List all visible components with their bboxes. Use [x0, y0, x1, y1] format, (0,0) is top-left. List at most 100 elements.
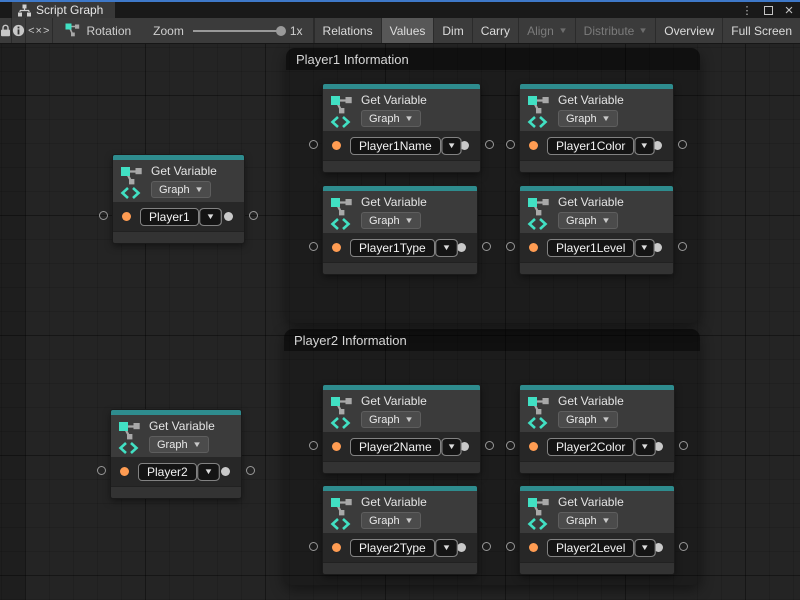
graph-kind-dropdown[interactable]: Graph ▼ [558, 212, 618, 229]
maximize-icon[interactable] [761, 3, 775, 17]
node-header[interactable]: Get Variable Graph ▼ [520, 390, 674, 432]
graph-canvas[interactable]: Player1 Information Player2 Information … [0, 44, 800, 600]
variable-name-dropdown[interactable]: Player1Color [547, 137, 634, 155]
graph-kind-dropdown[interactable]: Graph ▼ [558, 110, 618, 127]
input-connection-port[interactable] [99, 211, 108, 220]
node-header[interactable]: Get Variable Graph ▼ [323, 491, 477, 533]
toolbar-button-dim[interactable]: Dim [433, 18, 471, 43]
variable-dropdown-arrow[interactable]: ▼ [435, 239, 458, 257]
variable-dropdown-arrow[interactable]: ▼ [635, 239, 655, 257]
node-header[interactable]: Get Variable Graph ▼ [323, 390, 480, 432]
value-input-port[interactable] [332, 141, 341, 150]
value-input-port[interactable] [529, 141, 538, 150]
get-variable-node-player1[interactable]: Get Variable Graph ▼ Player1 ▼ [95, 155, 262, 243]
node-body[interactable]: Get Variable Graph ▼ Player1Type ▼ [323, 186, 477, 274]
get-variable-node-player2level[interactable]: Get Variable Graph ▼ Player2Level ▼ [502, 486, 692, 574]
code-view-button[interactable]: <×> [26, 18, 53, 43]
get-variable-node-player1level[interactable]: Get Variable Graph ▼ Player1Level ▼ [502, 186, 691, 274]
variable-name-dropdown[interactable]: Player1Name [350, 137, 441, 155]
get-variable-node-player2[interactable]: Get Variable Graph ▼ Player2 ▼ [93, 410, 259, 498]
output-connection-port[interactable] [485, 140, 494, 149]
toolbar-button-align[interactable]: Align ▼ [518, 18, 575, 43]
variable-dropdown-arrow[interactable]: ▼ [441, 137, 462, 155]
output-connection-port[interactable] [679, 441, 688, 450]
output-connection-port[interactable] [678, 242, 687, 251]
variable-name-dropdown[interactable]: Player1Type [350, 239, 435, 257]
variable-name-dropdown[interactable]: Player1Level [547, 239, 634, 257]
info-button[interactable] [12, 18, 26, 43]
value-output-port[interactable] [653, 141, 662, 150]
input-connection-port[interactable] [506, 441, 515, 450]
value-output-port[interactable] [221, 467, 230, 476]
group-header[interactable]: Player2 Information [284, 329, 700, 351]
get-variable-node-player1type[interactable]: Get Variable Graph ▼ Player1Type ▼ [305, 186, 495, 274]
node-body[interactable]: Get Variable Graph ▼ Player2Color ▼ [520, 385, 674, 473]
value-input-port[interactable] [529, 442, 538, 451]
toolbar-button-relations[interactable]: Relations [314, 18, 381, 43]
graph-kind-dropdown[interactable]: Graph ▼ [558, 411, 618, 428]
variable-dropdown-arrow[interactable]: ▼ [635, 539, 656, 557]
input-connection-port[interactable] [309, 242, 318, 251]
zoom-slider-thumb[interactable] [276, 26, 286, 36]
output-connection-port[interactable] [485, 441, 494, 450]
toolbar-button-distribute[interactable]: Distribute ▼ [575, 18, 656, 43]
variable-name-dropdown[interactable]: Player2Name [350, 438, 441, 456]
node-header[interactable]: Get Variable Graph ▼ [323, 89, 480, 131]
graph-kind-dropdown[interactable]: Graph ▼ [361, 411, 421, 428]
node-body[interactable]: Get Variable Graph ▼ Player2Name ▼ [323, 385, 480, 473]
variable-dropdown-arrow[interactable]: ▼ [197, 463, 220, 481]
value-input-port[interactable] [529, 243, 538, 252]
get-variable-node-player2type[interactable]: Get Variable Graph ▼ Player2Type ▼ [305, 486, 495, 574]
graph-kind-dropdown[interactable]: Graph ▼ [361, 212, 421, 229]
toolbar-button-full-screen[interactable]: Full Screen [722, 18, 800, 43]
node-body[interactable]: Get Variable Graph ▼ Player1Color ▼ [520, 84, 673, 172]
group-header[interactable]: Player1 Information [286, 48, 700, 70]
toolbar-button-overview[interactable]: Overview [655, 18, 722, 43]
toolbar-button-carry[interactable]: Carry [472, 18, 518, 43]
variable-name-dropdown[interactable]: Player2Type [350, 539, 435, 557]
input-connection-port[interactable] [506, 542, 515, 551]
output-connection-port[interactable] [249, 211, 258, 220]
graph-kind-dropdown[interactable]: Graph ▼ [151, 181, 211, 198]
output-connection-port[interactable] [679, 542, 688, 551]
tab-script-graph[interactable]: Script Graph [12, 2, 115, 18]
input-connection-port[interactable] [309, 140, 318, 149]
input-connection-port[interactable] [309, 542, 318, 551]
input-connection-port[interactable] [309, 441, 318, 450]
get-variable-node-player1name[interactable]: Get Variable Graph ▼ Player1Name ▼ [305, 84, 498, 172]
get-variable-node-player1color[interactable]: Get Variable Graph ▼ Player1Color ▼ [502, 84, 691, 172]
variable-dropdown-arrow[interactable]: ▼ [199, 208, 222, 226]
variable-name-dropdown[interactable]: Player2 [138, 463, 197, 481]
value-output-port[interactable] [653, 243, 662, 252]
value-output-port[interactable] [457, 243, 466, 252]
node-body[interactable]: Get Variable Graph ▼ Player1Name ▼ [323, 84, 480, 172]
value-input-port[interactable] [122, 212, 131, 221]
variable-name-dropdown[interactable]: Player1 [140, 208, 199, 226]
toolbar-button-values[interactable]: Values [381, 18, 434, 43]
input-connection-port[interactable] [97, 466, 106, 475]
variable-dropdown-arrow[interactable]: ▼ [635, 137, 655, 155]
output-connection-port[interactable] [678, 140, 687, 149]
value-output-port[interactable] [457, 543, 466, 552]
node-header[interactable]: Get Variable Graph ▼ [520, 491, 674, 533]
node-header[interactable]: Get Variable Graph ▼ [520, 191, 673, 233]
get-variable-node-player2name[interactable]: Get Variable Graph ▼ Player2Name ▼ [305, 385, 498, 473]
node-header[interactable]: Get Variable Graph ▼ [520, 89, 673, 131]
input-connection-port[interactable] [506, 140, 515, 149]
variable-name-dropdown[interactable]: Player2Color [547, 438, 634, 456]
variable-dropdown-arrow[interactable]: ▼ [435, 539, 458, 557]
node-header[interactable]: Get Variable Graph ▼ [111, 415, 241, 457]
value-input-port[interactable] [332, 243, 341, 252]
output-connection-port[interactable] [482, 542, 491, 551]
get-variable-node-player2color[interactable]: Get Variable Graph ▼ Player2Color ▼ [502, 385, 692, 473]
window-menu-icon[interactable]: ⋮ [740, 3, 754, 17]
node-header[interactable]: Get Variable Graph ▼ [113, 160, 244, 202]
value-input-port[interactable] [332, 442, 341, 451]
value-input-port[interactable] [332, 543, 341, 552]
node-body[interactable]: Get Variable Graph ▼ Player2 ▼ [111, 410, 241, 498]
output-connection-port[interactable] [482, 242, 491, 251]
value-input-port[interactable] [120, 467, 129, 476]
graph-kind-dropdown[interactable]: Graph ▼ [361, 110, 421, 127]
zoom-slider[interactable] [193, 30, 281, 32]
output-connection-port[interactable] [246, 466, 255, 475]
